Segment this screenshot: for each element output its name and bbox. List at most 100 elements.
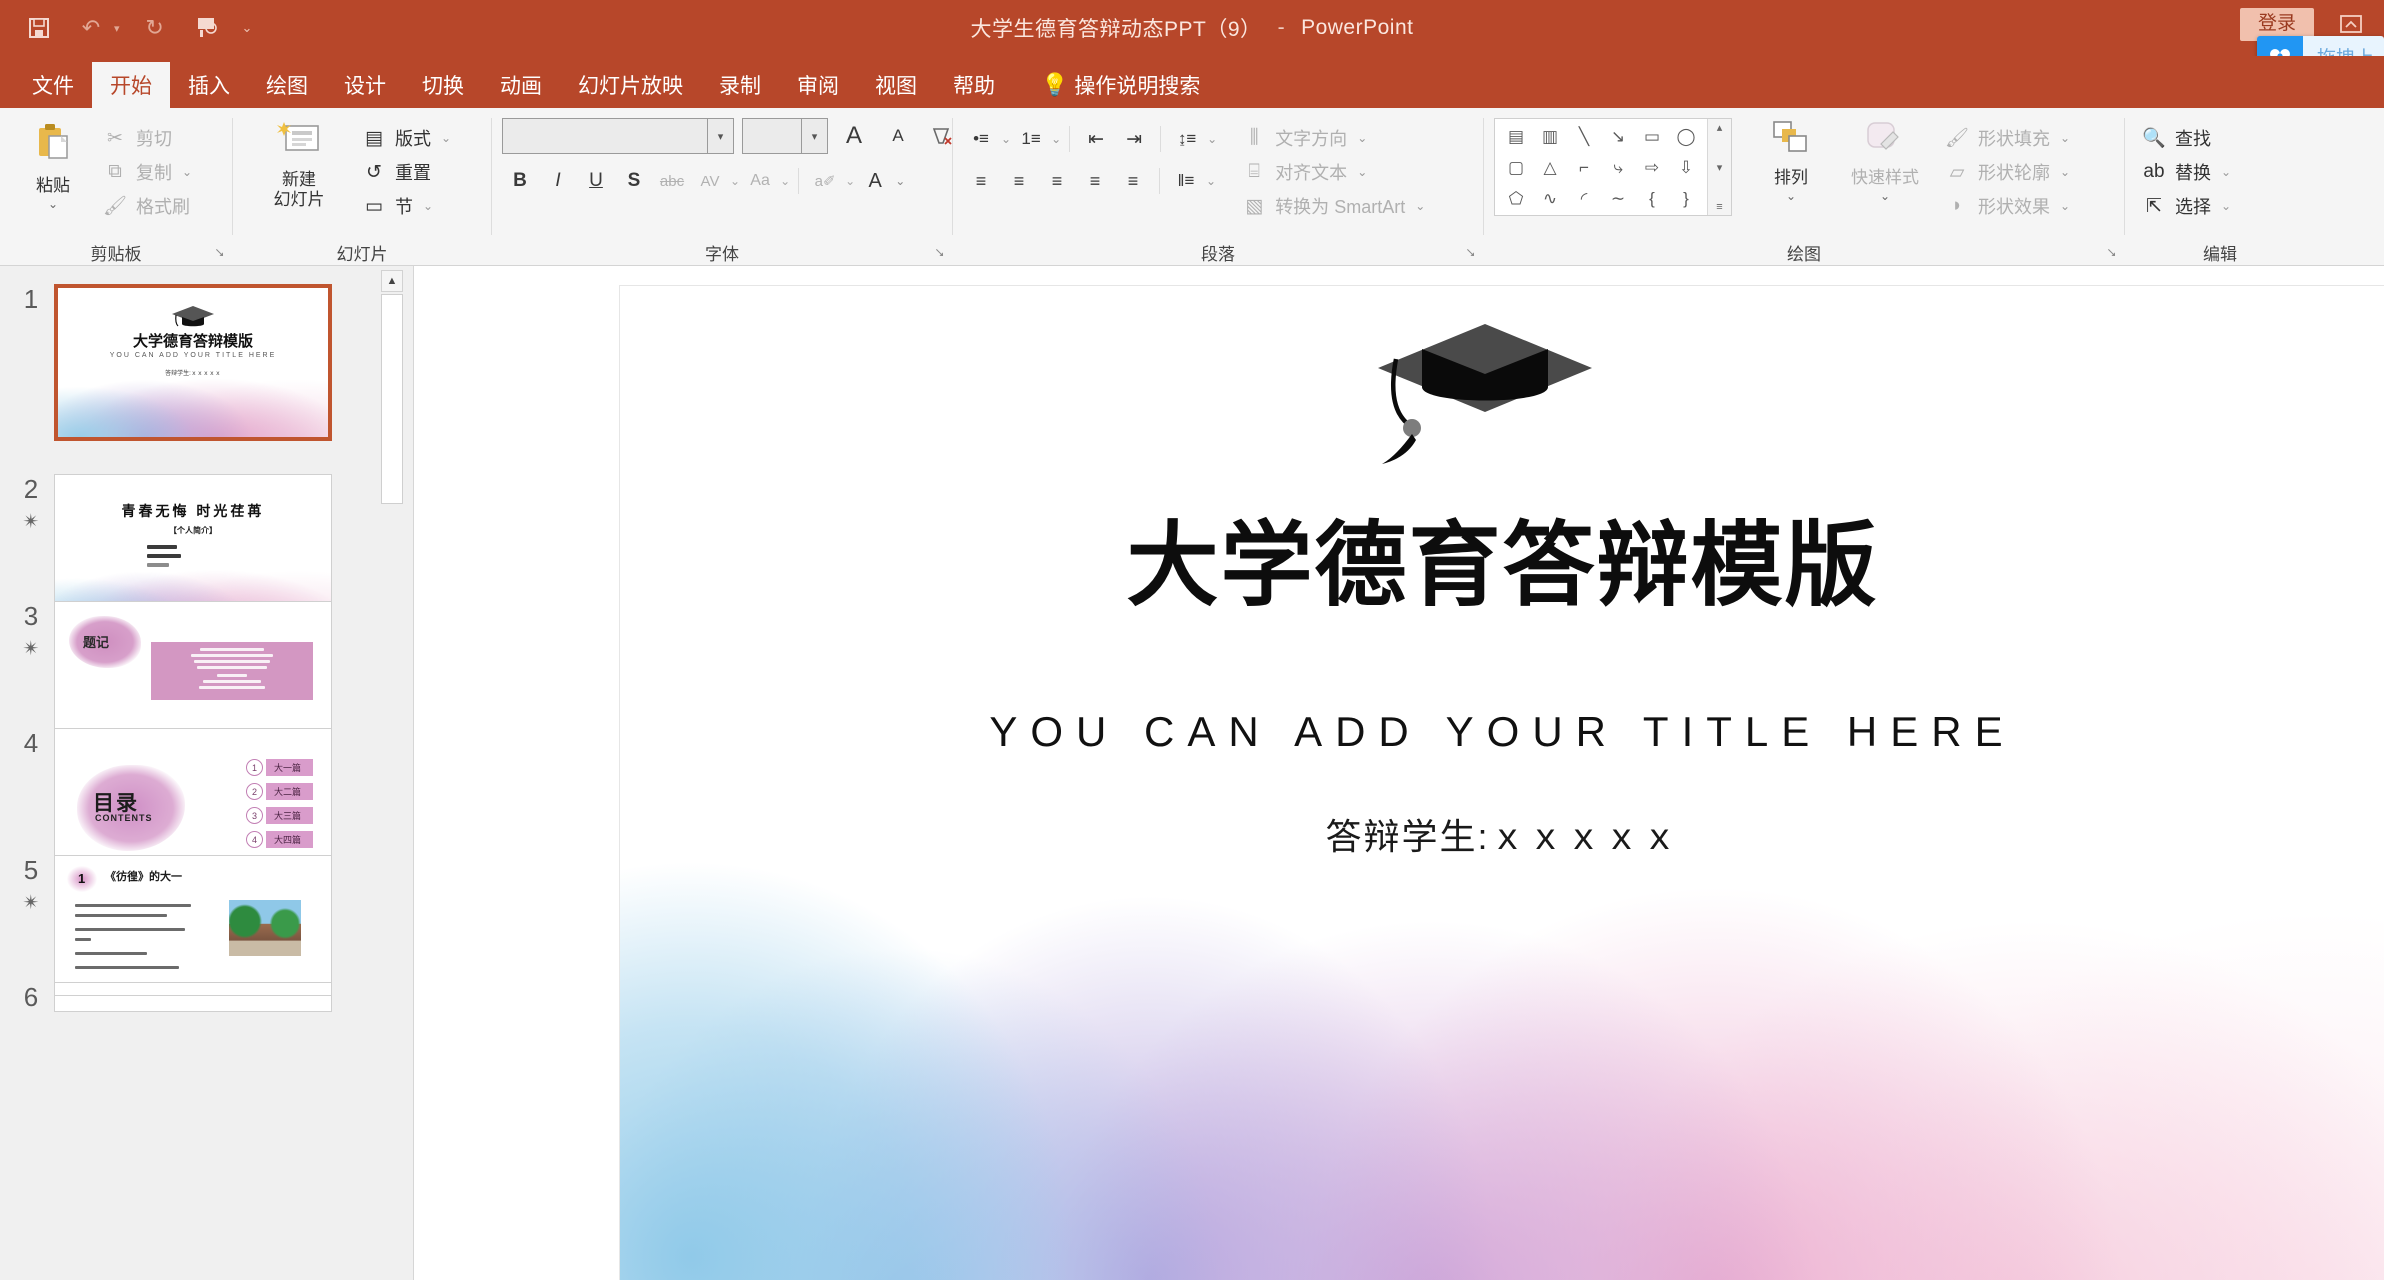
format-painter-button[interactable]: 🖌 格式刷 xyxy=(96,190,198,222)
increase-font-size-button[interactable]: A xyxy=(836,119,872,153)
change-case-dropdown-icon[interactable]: ⌄ xyxy=(780,174,790,188)
tab-help[interactable]: 帮助 xyxy=(935,62,1013,108)
scroll-up-button[interactable]: ▲ xyxy=(381,270,403,292)
justify-button[interactable]: ≡ xyxy=(1077,164,1113,198)
replace-button[interactable]: ab 替换 ⌄ xyxy=(2135,156,2237,188)
decrease-indent-button[interactable]: ⇤ xyxy=(1078,122,1114,156)
current-slide[interactable]: 大学德育答辩模版 YOU CAN ADD YOUR TITLE HERE 答辩学… xyxy=(620,286,2384,1280)
shape-line-icon[interactable]: ╲ xyxy=(1567,121,1601,152)
bullets-dropdown-icon[interactable]: ⌄ xyxy=(1001,132,1011,146)
shape-effects-dropdown-icon[interactable]: ⌄ xyxy=(2060,199,2070,213)
slide-thumbnail-1[interactable]: 1 大学德育答辩模版 YOU CAN ADD YOUR TITLE HERE 答… xyxy=(8,284,332,441)
reset-button[interactable]: ↺ 重置 xyxy=(355,156,457,188)
slide-preview-1[interactable]: 大学德育答辩模版 YOU CAN ADD YOUR TITLE HERE 答辩学… xyxy=(54,284,332,441)
font-size-dropdown-icon[interactable]: ▾ xyxy=(801,119,827,153)
align-left-button[interactable]: ≡ xyxy=(963,164,999,198)
font-size-input[interactable] xyxy=(743,119,801,153)
distribute-button[interactable]: ≡ xyxy=(1115,164,1151,198)
font-dialog-launcher[interactable]: ⭨ xyxy=(936,245,944,261)
new-slide-button[interactable]: 新建 幻灯片 xyxy=(243,118,355,209)
paste-button[interactable]: 粘贴 ⌄ xyxy=(10,118,96,211)
shapes-gallery[interactable]: ▤ ▥ ╲ ↘ ▭ ◯ ▢ △ ⌐ ⤷ ⇨ ⇩ ⬠ ∿ ◜ ∼ {} ▴ ▾ … xyxy=(1494,118,1732,216)
section-dropdown-icon[interactable]: ⌄ xyxy=(423,199,433,213)
graduation-cap-icon[interactable] xyxy=(1370,316,1600,471)
shape-scribble-icon[interactable]: ∿ xyxy=(1533,183,1567,214)
shape-arrow-icon[interactable]: ↘ xyxy=(1601,121,1635,152)
ribbon-display-options-icon[interactable] xyxy=(2334,9,2368,39)
shape-vertical-textbox-icon[interactable]: ▥ xyxy=(1533,121,1567,152)
numbering-button[interactable]: 1≡ xyxy=(1013,122,1049,156)
shape-down-arrow-icon[interactable]: ⇩ xyxy=(1669,152,1703,183)
font-color-dropdown-icon[interactable]: ⌄ xyxy=(895,174,905,188)
increase-indent-button[interactable]: ⇥ xyxy=(1116,122,1152,156)
shape-right-brace-icon[interactable]: } xyxy=(1669,183,1703,214)
tab-transitions[interactable]: 切换 xyxy=(404,62,482,108)
tell-me-search[interactable]: 💡 操作说明搜索 xyxy=(1013,62,1218,108)
tab-record[interactable]: 录制 xyxy=(701,62,779,108)
text-highlight-dropdown-icon[interactable]: ⌄ xyxy=(845,174,855,188)
align-text-button[interactable]: ⌸ 对齐文本 ⌄ xyxy=(1235,156,1431,188)
select-dropdown-icon[interactable]: ⌄ xyxy=(2221,199,2231,213)
cut-button[interactable]: ✂ 剪切 xyxy=(96,122,198,154)
slide-thumbnail-6[interactable]: 6 xyxy=(8,982,332,1010)
quick-styles-button[interactable]: 快速样式 ⌄ xyxy=(1842,118,1928,203)
shape-triangle-icon[interactable]: △ xyxy=(1533,152,1567,183)
layout-button[interactable]: ▤ 版式 ⌄ xyxy=(355,122,457,154)
slide-thumbnail-panel[interactable]: 1 大学德育答辩模版 YOU CAN ADD YOUR TITLE HERE 答… xyxy=(0,266,414,1280)
replace-dropdown-icon[interactable]: ⌄ xyxy=(2221,165,2231,179)
character-spacing-dropdown-icon[interactable]: ⌄ xyxy=(730,174,740,188)
line-spacing-dropdown-icon[interactable]: ⌄ xyxy=(1207,132,1217,146)
shape-right-arrow-icon[interactable]: ⇨ xyxy=(1635,152,1669,183)
tab-view[interactable]: 视图 xyxy=(857,62,935,108)
shape-oval-icon[interactable]: ◯ xyxy=(1669,121,1703,152)
tab-animations[interactable]: 动画 xyxy=(482,62,560,108)
tab-file[interactable]: 文件 xyxy=(14,62,92,108)
shape-left-brace-icon[interactable]: { xyxy=(1635,183,1669,214)
align-center-button[interactable]: ≡ xyxy=(1001,164,1037,198)
shapes-gallery-more-icon[interactable]: ≡ xyxy=(1716,201,1722,213)
shape-outline-button[interactable]: ▱ 形状轮廓 ⌄ xyxy=(1938,156,2076,188)
bold-button[interactable]: B xyxy=(502,164,538,198)
font-name-dropdown-icon[interactable]: ▾ xyxy=(707,119,733,153)
slide-title[interactable]: 大学德育答辩模版 xyxy=(620,520,2384,612)
convert-to-smartart-button[interactable]: ▧ 转换为 SmartArt ⌄ xyxy=(1235,190,1431,222)
shape-elbow-connector-icon[interactable]: ⌐ xyxy=(1567,152,1601,183)
arrange-button[interactable]: 排列 ⌄ xyxy=(1748,118,1834,203)
shape-rounded-rect-icon[interactable]: ▢ xyxy=(1499,152,1533,183)
character-spacing-button[interactable]: AV xyxy=(692,164,728,198)
font-name-combo[interactable]: ▾ xyxy=(502,118,734,154)
shapes-scroll-down-icon[interactable]: ▾ xyxy=(1717,161,1723,174)
align-right-button[interactable]: ≡ xyxy=(1039,164,1075,198)
shape-textbox-icon[interactable]: ▤ xyxy=(1499,121,1533,152)
select-button[interactable]: ⇱ 选择 ⌄ xyxy=(2135,190,2237,222)
tab-draw[interactable]: 绘图 xyxy=(248,62,326,108)
shape-pentagon-icon[interactable]: ⬠ xyxy=(1499,183,1533,214)
shape-effects-button[interactable]: ◗ 形状效果 ⌄ xyxy=(1938,190,2076,222)
shape-outline-dropdown-icon[interactable]: ⌄ xyxy=(2060,165,2070,179)
shape-curve-icon[interactable]: ∼ xyxy=(1601,183,1635,214)
numbering-dropdown-icon[interactable]: ⌄ xyxy=(1051,132,1061,146)
tab-slideshow[interactable]: 幻灯片放映 xyxy=(560,62,701,108)
font-color-button[interactable]: A xyxy=(857,164,893,198)
decrease-font-size-button[interactable]: A xyxy=(880,119,916,153)
copy-button[interactable]: ⧉ 复制 ⌄ xyxy=(96,156,198,188)
tab-design[interactable]: 设计 xyxy=(326,62,404,108)
quick-styles-dropdown-icon[interactable]: ⌄ xyxy=(1880,189,1890,204)
font-name-input[interactable] xyxy=(503,119,707,153)
section-button[interactable]: ▭ 节 ⌄ xyxy=(355,190,457,222)
arrange-dropdown-icon[interactable]: ⌄ xyxy=(1786,189,1796,204)
slide-panel-scrollbar[interactable]: ▲ xyxy=(381,270,403,1280)
scrollbar-thumb[interactable] xyxy=(381,294,403,504)
strikethrough-button[interactable]: abc xyxy=(654,164,690,198)
text-highlight-button[interactable]: a✐ xyxy=(807,164,843,198)
layout-dropdown-icon[interactable]: ⌄ xyxy=(441,131,451,145)
font-size-combo[interactable]: ▾ xyxy=(742,118,828,154)
columns-button[interactable]: ‖≡ xyxy=(1168,164,1204,198)
line-spacing-button[interactable]: ↨≡ xyxy=(1169,122,1205,156)
text-direction-dropdown-icon[interactable]: ⌄ xyxy=(1357,131,1367,145)
clipboard-dialog-launcher[interactable]: ⭨ xyxy=(216,245,224,261)
find-button[interactable]: 🔍 查找 xyxy=(2135,122,2237,154)
underline-button[interactable]: U xyxy=(578,164,614,198)
drawing-dialog-launcher[interactable]: ⭨ xyxy=(2108,245,2116,261)
shape-fill-dropdown-icon[interactable]: ⌄ xyxy=(2060,131,2070,145)
